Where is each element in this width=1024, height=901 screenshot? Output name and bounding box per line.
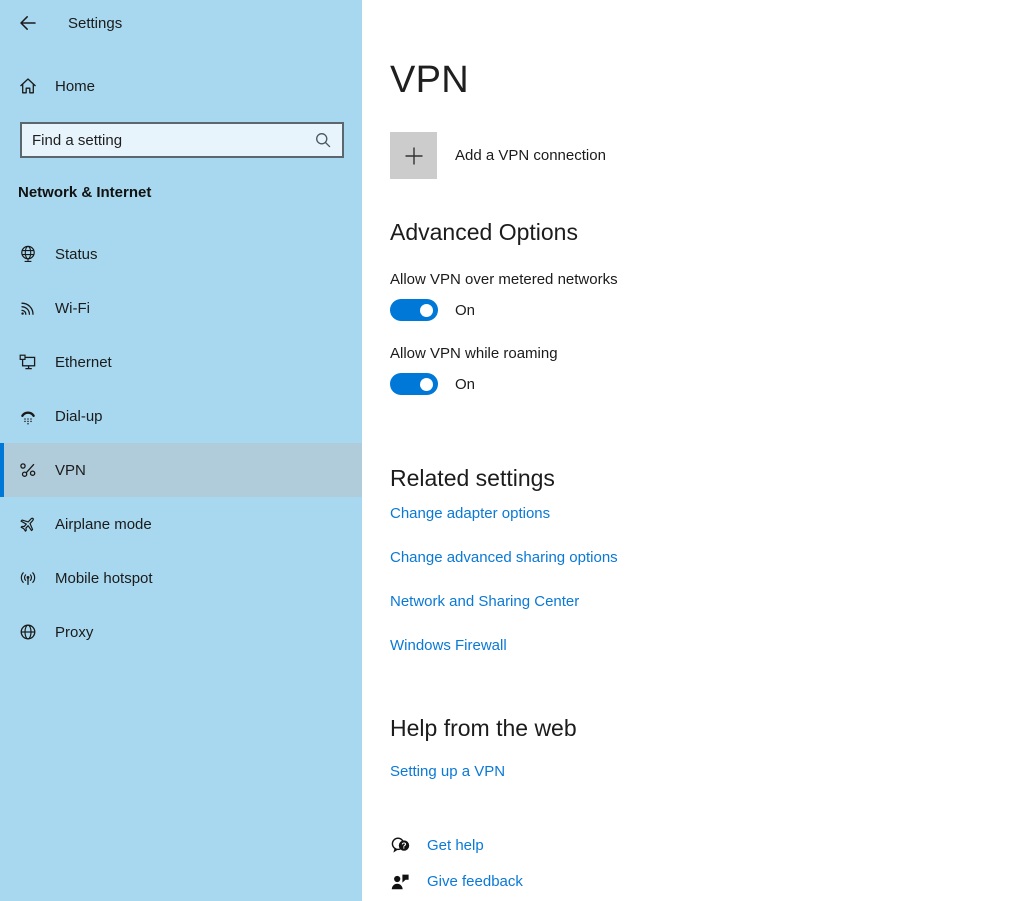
sidebar-item-label: Wi-Fi	[55, 300, 90, 317]
get-help-icon: ?	[390, 835, 412, 857]
sidebar-item-label: Mobile hotspot	[55, 570, 153, 587]
link-change-advanced-sharing-options[interactable]: Change advanced sharing options	[390, 548, 618, 568]
link-windows-firewall[interactable]: Windows Firewall	[390, 636, 507, 656]
search-input[interactable]	[32, 132, 314, 149]
advanced-options-heading: Advanced Options	[390, 217, 1024, 247]
search-box[interactable]	[20, 122, 344, 158]
link-network-and-sharing-center[interactable]: Network and Sharing Center	[390, 592, 579, 612]
toggle-label-metered: Allow VPN over metered networks	[390, 270, 1024, 290]
selected-accent-bar	[0, 443, 4, 497]
sidebar-item-home[interactable]: Home	[0, 66, 362, 106]
sidebar-item-vpn[interactable]: VPN	[0, 443, 362, 497]
sidebar-item-mobile-hotspot[interactable]: Mobile hotspot	[0, 551, 362, 605]
sidebar-item-label: Dial-up	[55, 408, 103, 425]
titlebar: Settings	[0, 0, 362, 34]
back-arrow-icon	[18, 13, 38, 33]
status-icon	[18, 244, 38, 264]
link-setting-up-a-vpn[interactable]: Setting up a VPN	[390, 762, 505, 782]
toggle-roaming[interactable]: On	[390, 373, 475, 395]
sidebar-item-dialup[interactable]: Dial-up	[0, 389, 362, 443]
sidebar-group-header: Network & Internet	[18, 184, 362, 201]
sidebar-item-proxy[interactable]: Proxy	[0, 605, 362, 659]
help-from-web-heading: Help from the web	[390, 713, 1024, 743]
sidebar-item-label: Airplane mode	[55, 516, 152, 533]
get-help-row[interactable]: ? Get help	[390, 834, 484, 858]
hotspot-icon	[18, 568, 38, 588]
sidebar-item-label: Ethernet	[55, 354, 112, 371]
window-title: Settings	[68, 15, 122, 32]
home-icon	[18, 76, 38, 96]
give-feedback-row[interactable]: Give feedback	[390, 870, 523, 894]
proxy-icon	[18, 622, 38, 642]
svg-text:?: ?	[401, 841, 406, 851]
related-settings-heading: Related settings	[390, 463, 1024, 493]
settings-window: Settings Home Network & Internet	[0, 0, 1024, 901]
toggle-knob	[420, 304, 433, 317]
sidebar-item-label: Status	[55, 246, 98, 263]
sidebar-item-ethernet[interactable]: Ethernet	[0, 335, 362, 389]
toggle-switch-on[interactable]	[390, 299, 438, 321]
search-icon	[314, 131, 332, 149]
toggle-state-label: On	[455, 376, 475, 393]
main-content: VPN Add a VPN connection Advanced Option…	[362, 0, 1024, 901]
airplane-icon	[18, 514, 38, 534]
footer-links: ? Get help Give feedback	[390, 834, 1024, 894]
vpn-icon	[18, 460, 38, 480]
sidebar-item-airplane-mode[interactable]: Airplane mode	[0, 497, 362, 551]
toggle-metered[interactable]: On	[390, 299, 475, 321]
toggle-knob	[420, 378, 433, 391]
toggle-switch-on[interactable]	[390, 373, 438, 395]
toggle-state-label: On	[455, 302, 475, 319]
back-button[interactable]	[18, 13, 38, 33]
add-vpn-button[interactable]: Add a VPN connection	[390, 132, 606, 179]
link-change-adapter-options[interactable]: Change adapter options	[390, 504, 550, 524]
plus-icon	[390, 132, 437, 179]
dialup-icon	[18, 406, 38, 426]
sidebar-item-label: Home	[55, 78, 95, 95]
sidebar-nav: Status Wi-Fi	[0, 227, 362, 659]
sidebar-item-label: VPN	[55, 462, 86, 479]
sidebar-item-status[interactable]: Status	[0, 227, 362, 281]
give-feedback-icon	[390, 871, 412, 893]
get-help-link[interactable]: Get help	[427, 836, 484, 856]
sidebar: Settings Home Network & Internet	[0, 0, 362, 901]
toggle-label-roaming: Allow VPN while roaming	[390, 344, 1024, 364]
wifi-icon	[18, 298, 38, 318]
add-vpn-label: Add a VPN connection	[455, 147, 606, 164]
ethernet-icon	[18, 352, 38, 372]
sidebar-item-wifi[interactable]: Wi-Fi	[0, 281, 362, 335]
give-feedback-link[interactable]: Give feedback	[427, 872, 523, 892]
sidebar-item-label: Proxy	[55, 624, 93, 641]
page-title: VPN	[390, 58, 1024, 102]
